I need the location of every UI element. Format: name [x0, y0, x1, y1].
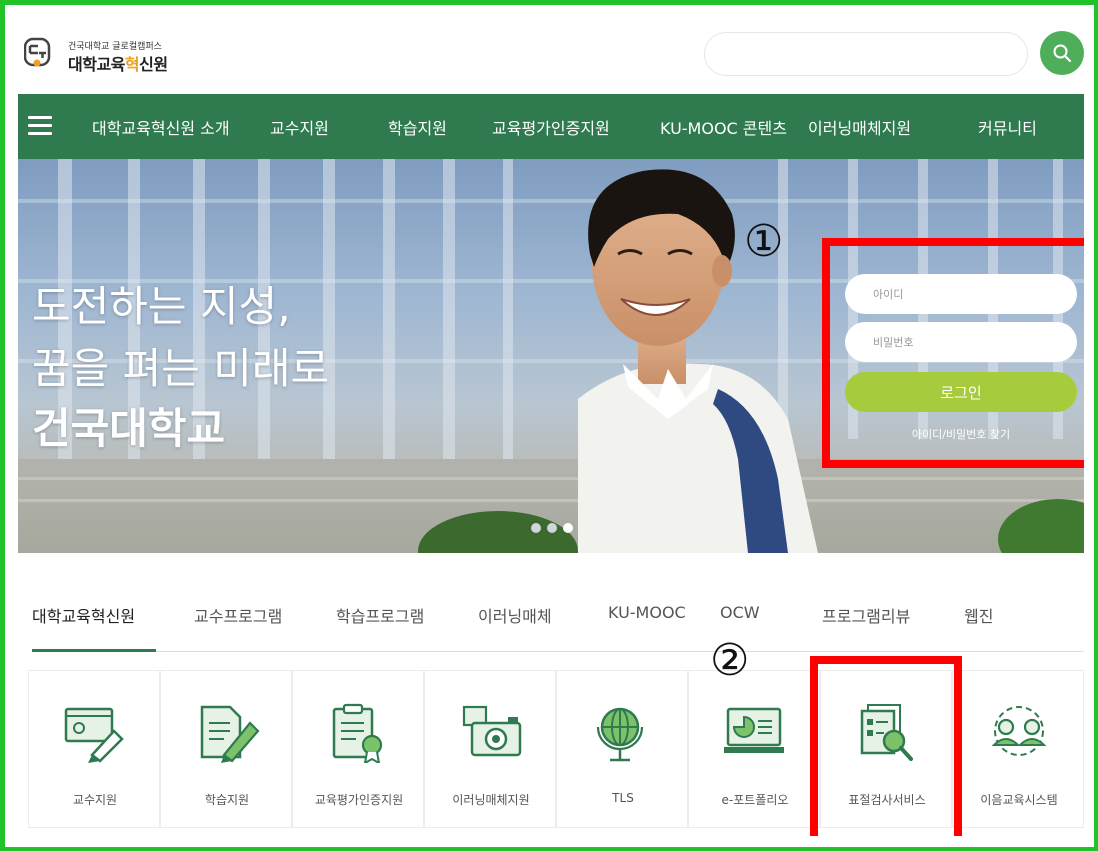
annotation-marker-2: ② [710, 635, 750, 686]
service-label: 교수지원 [72, 793, 118, 807]
main-nav: 대학교육혁신원 소개 교수지원 학습지원 교육평가인증지원 KU-MOOC 콘텐… [18, 94, 1084, 159]
hero-headline-line1: 도전하는 지성, [32, 282, 291, 331]
tabs-divider [32, 651, 1084, 652]
slide-dot[interactable] [531, 523, 541, 533]
logo-title-part: 신원 [139, 55, 168, 74]
certificate-clipboard-icon [332, 703, 383, 763]
service-label: TLS [612, 791, 634, 805]
document-pencil-icon [200, 705, 260, 763]
logo-title-accent: 혁 [124, 55, 140, 74]
logo-title-part: 대학교육 [68, 55, 125, 74]
nav-item-ku-mooc[interactable]: KU-MOOC 콘텐츠 [660, 115, 787, 139]
annotation-box-login [822, 238, 1084, 468]
slide-dot[interactable] [547, 523, 557, 533]
university-logo-icon[interactable] [24, 36, 56, 72]
service-faculty-support[interactable]: 교수지원 [28, 670, 160, 828]
slide-indicator [531, 523, 573, 533]
slide-dot-active[interactable] [563, 523, 573, 533]
tab-faculty-program[interactable]: 교수프로그램 [194, 603, 282, 627]
nav-item-community[interactable]: 커뮤니티 [978, 115, 1037, 139]
monitor-chart-icon [724, 707, 784, 753]
hero-headline-line2: 꿈을 펴는 미래로 [32, 344, 330, 393]
service-elearning-media[interactable]: 이러닝매체지원 [424, 670, 556, 828]
tab-webzine[interactable]: 웹진 [964, 603, 993, 627]
category-tabs: 대학교육혁신원 교수프로그램 학습프로그램 이러닝매체 KU-MOOC OCW … [18, 553, 1084, 653]
hamburger-icon[interactable] [28, 116, 52, 136]
search-input[interactable] [704, 32, 1028, 76]
camera-icon [462, 705, 522, 757]
service-connection-education[interactable]: 이음교육시스템 [952, 670, 1084, 828]
globe-icon [596, 707, 644, 762]
service-e-portfolio[interactable]: e-포트폴리오 [688, 670, 820, 828]
nav-item-faculty-support[interactable]: 교수지원 [270, 115, 329, 139]
annotation-box-plagiarism [810, 656, 962, 836]
pen-screen-icon [64, 707, 124, 763]
search-icon [1053, 44, 1072, 63]
tab-program-review[interactable]: 프로그램리뷰 [822, 603, 910, 627]
tab-learning-program[interactable]: 학습프로그램 [336, 603, 424, 627]
nav-item-elearning-media[interactable]: 이러닝매체지원 [808, 115, 911, 139]
service-label: 교육평가인증지원 [314, 793, 404, 807]
tab-elearning-media[interactable]: 이러닝매체 [478, 603, 552, 627]
logo-title[interactable]: 대학교육혁신원 [68, 51, 168, 75]
service-label: 이러닝매체지원 [452, 793, 530, 807]
people-exchange-icon [991, 706, 1047, 756]
service-label: 이음교육시스템 [980, 793, 1058, 807]
service-evaluation-support[interactable]: 교육평가인증지원 [292, 670, 424, 828]
service-label: 학습지원 [204, 793, 250, 807]
annotation-marker-1: ① [744, 216, 784, 267]
hero-headline-line3: 건국대학교 [32, 404, 226, 453]
site-header: 건국대학교 글로컬캠퍼스 대학교육혁신원 [18, 18, 1084, 94]
service-label: e-포트폴리오 [721, 793, 789, 807]
service-tls[interactable]: TLS [556, 670, 688, 828]
search-button[interactable] [1040, 31, 1084, 75]
page: 건국대학교 글로컬캠퍼스 대학교육혁신원 대학교육혁신원 소개 교수지원 학습지… [18, 18, 1084, 836]
nav-item-intro[interactable]: 대학교육혁신원 소개 [92, 115, 230, 139]
nav-item-evaluation-support[interactable]: 교육평가인증지원 [492, 115, 610, 139]
nav-item-learning-support[interactable]: 학습지원 [388, 115, 447, 139]
tab-innovation-center[interactable]: 대학교육혁신원 [32, 603, 135, 627]
active-tab-indicator [32, 649, 156, 652]
service-learning-support[interactable]: 학습지원 [160, 670, 292, 828]
tab-ocw[interactable]: OCW [720, 603, 760, 622]
tab-ku-mooc[interactable]: KU-MOOC [608, 603, 686, 622]
